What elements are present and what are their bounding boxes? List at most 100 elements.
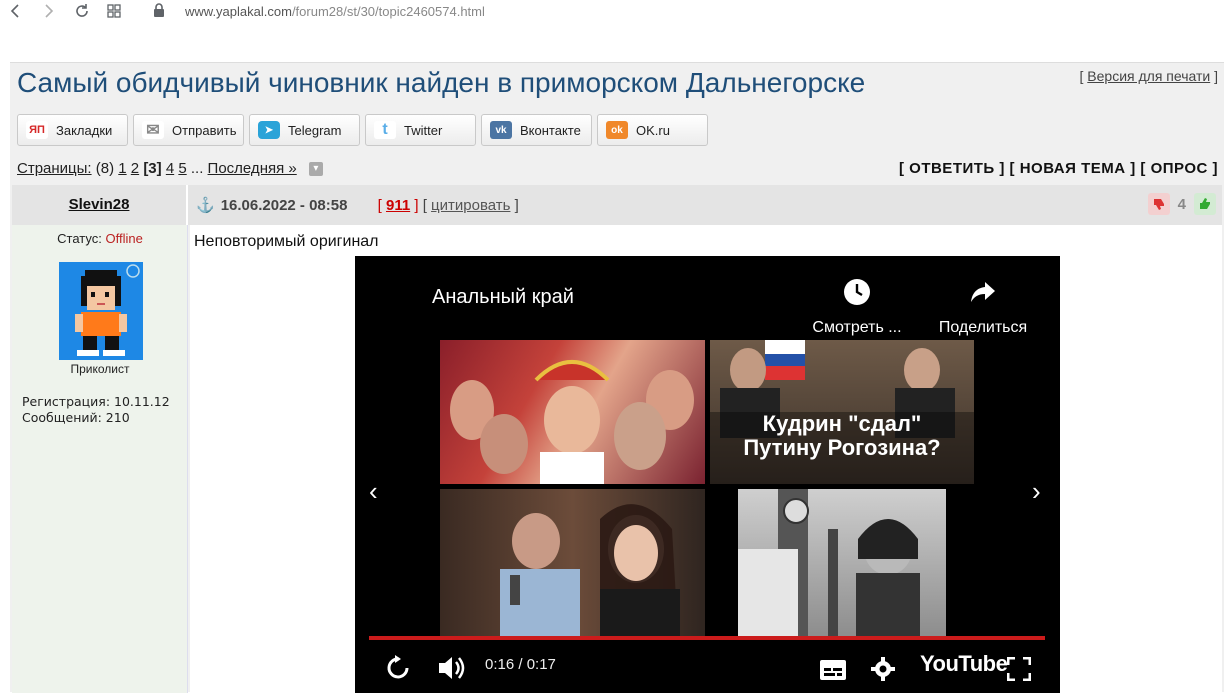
browser-toolbar: www.yaplakal.com/forum28/st/30/topic2460… xyxy=(0,0,1224,62)
page-link-2[interactable]: 2 xyxy=(131,160,139,177)
status-value: Offline xyxy=(105,231,143,246)
new-topic-button[interactable]: [ НОВАЯ ТЕМА ] xyxy=(1010,160,1136,177)
video-thumbnail-2[interactable]: Кудрин "сдал" Путину Рогозина? xyxy=(710,340,974,484)
print-version-link[interactable]: Версия для печати xyxy=(1087,68,1210,84)
watch-later-button[interactable]: Смотреть ... xyxy=(807,278,907,337)
share-button-label: Закладки xyxy=(56,122,113,138)
page-jump-icon[interactable]: ▾ xyxy=(308,162,323,177)
print-version-link-wrap: [ Версия для печати ] xyxy=(1080,68,1218,84)
page-link-1[interactable]: 1 xyxy=(118,160,126,177)
bracket: [ xyxy=(422,197,427,214)
volume-icon[interactable] xyxy=(437,655,467,686)
clock-icon xyxy=(807,278,907,311)
url-host: www.yaplakal.com xyxy=(185,4,292,19)
page-link-4[interactable]: 4 xyxy=(166,160,174,177)
lock-icon xyxy=(153,3,165,22)
share-button-label: OK.ru xyxy=(636,122,670,138)
telegram-icon: ➤ xyxy=(258,121,280,139)
share-button-bookmarks[interactable]: ЯП Закладки xyxy=(17,114,128,146)
bracket: [ xyxy=(377,197,382,214)
youtube-logo[interactable]: YouTube xyxy=(920,651,1008,677)
post-header: Slevin28 ⚓ 16.06.2022 - 08:58 [ 911 ] [ ц… xyxy=(12,185,1222,225)
anchor-icon[interactable]: ⚓ xyxy=(196,197,215,214)
yp-icon: ЯП xyxy=(26,121,48,139)
author-info: Регистрация: 10.11.12 Сообщений: 210 xyxy=(22,394,170,426)
pages-label[interactable]: Страницы: xyxy=(17,160,92,177)
thumbnail-caption-line-1: Кудрин "сдал" xyxy=(762,411,922,436)
page-current: [3] xyxy=(143,160,162,177)
author-sidebar: Статус: Offline Приколист Регистрация: 1… xyxy=(12,225,188,693)
prev-arrow-icon[interactable]: ‹ xyxy=(369,476,378,507)
fullscreen-icon[interactable] xyxy=(1006,656,1032,686)
share-button-label: Вконтакте xyxy=(520,122,581,138)
video-time: 0:16 / 0:17 xyxy=(485,656,556,673)
post-meta: ⚓ 16.06.2022 - 08:58 [ 911 ] [ цитировать… xyxy=(196,196,519,214)
reload-icon[interactable] xyxy=(71,2,93,24)
share-button-label: Telegram xyxy=(288,122,342,138)
url-path: /forum28/st/30/topic2460574.html xyxy=(291,4,485,19)
share-button-telegram[interactable]: ➤ Telegram xyxy=(249,114,360,146)
share-button-vk[interactable]: vk Вконтакте xyxy=(481,114,592,146)
share-button-label: Twitter xyxy=(404,122,443,138)
next-arrow-icon[interactable]: › xyxy=(1032,476,1041,507)
video-progress-bar[interactable] xyxy=(369,636,1045,640)
share-button-ok[interactable]: ok OK.ru xyxy=(597,114,708,146)
pagination: Страницы: (8) 1 2 [3] 4 5 ... Последняя … xyxy=(17,160,323,177)
bracket-close: ] xyxy=(1210,68,1218,84)
author-status: Статус: Offline xyxy=(12,231,188,246)
bracket: ] xyxy=(514,197,519,214)
thumb-down-icon[interactable] xyxy=(1147,193,1170,215)
message-count: Сообщений: 210 xyxy=(22,410,130,425)
player-controls: 0:16 / 0:17 YouTube xyxy=(355,646,1060,693)
mail-icon: ✉ xyxy=(142,121,164,139)
author-cell: Slevin28 xyxy=(12,185,188,225)
poll-button[interactable]: [ ОПРОС ] xyxy=(1140,160,1218,177)
page-link-last[interactable]: Последняя » xyxy=(208,160,297,177)
address-bar[interactable]: www.yaplakal.com/forum28/st/30/topic2460… xyxy=(185,4,485,19)
post-votes[interactable]: 911 xyxy=(386,197,410,214)
forum-page: Самый обидчивый чиновник найден в примор… xyxy=(10,62,1224,693)
status-label: Статус: xyxy=(57,231,102,246)
rating-value: 4 xyxy=(1177,195,1186,213)
video-title[interactable]: Анальный край xyxy=(432,286,574,309)
share-button-send[interactable]: ✉ Отправить xyxy=(133,114,244,146)
thumbnail-caption: Кудрин "сдал" Путину Рогозина? xyxy=(710,412,974,460)
post-text: Неповторимый оригинал xyxy=(194,233,379,250)
pages-ellipsis: ... xyxy=(190,160,204,177)
share-video-button[interactable]: Поделиться xyxy=(931,278,1035,337)
post-rating: 4 xyxy=(1147,193,1216,215)
settings-gear-icon[interactable] xyxy=(870,656,896,687)
ok-icon: ok xyxy=(606,121,628,139)
author-rank: Приколист xyxy=(70,362,130,376)
page-link-5[interactable]: 5 xyxy=(178,160,186,177)
page-title: Самый обидчивый чиновник найден в примор… xyxy=(17,67,866,98)
pages-count: (8) xyxy=(95,160,115,177)
topic-actions: [ ОТВЕТИТЬ ] [ НОВАЯ ТЕМА ] [ ОПРОС ] xyxy=(899,160,1218,177)
apps-grid-icon[interactable] xyxy=(103,2,125,24)
bracket: ] xyxy=(414,197,419,214)
post-datetime: 16.06.2022 - 08:58 xyxy=(220,197,348,214)
author-link[interactable]: Slevin28 xyxy=(69,196,130,213)
share-arrow-icon xyxy=(931,278,1035,311)
quote-link[interactable]: цитировать xyxy=(431,197,510,214)
post-content: Неповторимый оригинал Анальный край Смот… xyxy=(190,225,1222,693)
video-thumbnail-1[interactable] xyxy=(440,340,705,484)
forward-icon[interactable] xyxy=(37,2,59,24)
twitter-icon: t xyxy=(374,121,396,139)
subtitles-icon[interactable] xyxy=(819,659,847,686)
youtube-player[interactable]: Анальный край Смотреть ... Поделиться Ку… xyxy=(355,256,1060,693)
video-thumbnail-3[interactable] xyxy=(440,489,705,636)
share-button-twitter[interactable]: t Twitter xyxy=(365,114,476,146)
thumb-up-icon[interactable] xyxy=(1194,193,1216,215)
share-button-label: Отправить xyxy=(172,122,237,138)
video-thumbnail-4[interactable] xyxy=(738,489,946,636)
back-icon[interactable] xyxy=(5,2,27,24)
vk-icon: vk xyxy=(490,121,512,139)
replay-icon[interactable] xyxy=(385,654,413,687)
registration-date: Регистрация: 10.11.12 xyxy=(22,394,170,409)
share-video-label: Поделиться xyxy=(938,319,1028,336)
reply-button[interactable]: [ ОТВЕТИТЬ ] xyxy=(899,160,1005,177)
thumbnail-caption-line-2: Путину Рогозина? xyxy=(743,435,941,460)
watch-later-label: Смотреть ... xyxy=(812,319,902,336)
avatar[interactable] xyxy=(59,262,143,360)
